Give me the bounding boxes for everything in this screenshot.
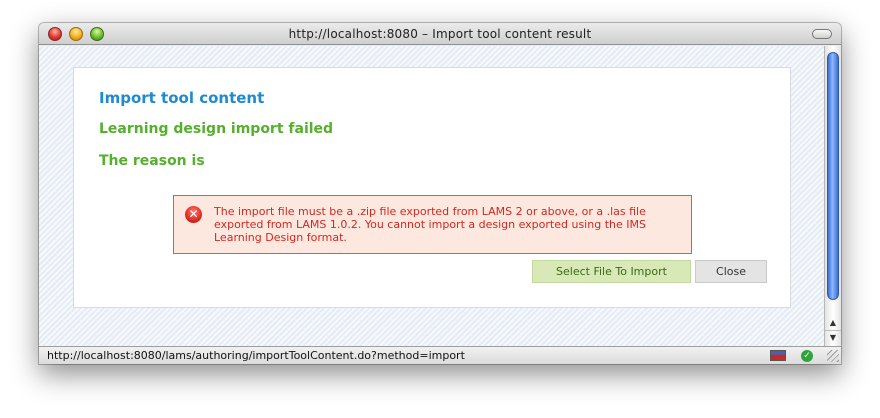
page-content: Import tool content Learning design impo… xyxy=(39,46,824,346)
select-file-button[interactable]: Select File To Import xyxy=(532,260,691,283)
error-x-icon: ✕ xyxy=(185,206,202,223)
error-message: The import file must be a .zip file expo… xyxy=(214,205,646,244)
window-title: http://localhost:8080 – Import tool cont… xyxy=(288,27,592,41)
status-bar: http://localhost:8080/lams/authoring/imp… xyxy=(39,346,841,364)
toolbar-toggle-button[interactable] xyxy=(812,29,832,39)
check-icon: ✓ xyxy=(801,350,813,362)
scroll-up-icon[interactable]: ▲ xyxy=(825,316,841,329)
title-bar: http://localhost:8080 – Import tool cont… xyxy=(39,23,841,45)
status-url: http://localhost:8080/lams/authoring/imp… xyxy=(47,349,465,362)
resize-grip-icon[interactable] xyxy=(827,350,839,362)
vertical-scrollbar[interactable]: ▲ ▼ xyxy=(824,46,841,346)
reason-label: The reason is xyxy=(99,153,205,169)
scrollbar-thumb[interactable] xyxy=(827,52,839,300)
flag-icon xyxy=(770,350,786,361)
close-button[interactable]: Close xyxy=(695,260,767,283)
error-box: ✕ The import file must be a .zip file ex… xyxy=(173,195,692,254)
failure-message: Learning design import failed xyxy=(99,121,334,137)
page-title: Import tool content xyxy=(99,89,265,107)
scroll-down-icon[interactable]: ▼ xyxy=(825,330,841,343)
browser-window: http://localhost:8080 – Import tool cont… xyxy=(39,23,841,364)
content-panel: Import tool content Learning design impo… xyxy=(73,67,791,308)
